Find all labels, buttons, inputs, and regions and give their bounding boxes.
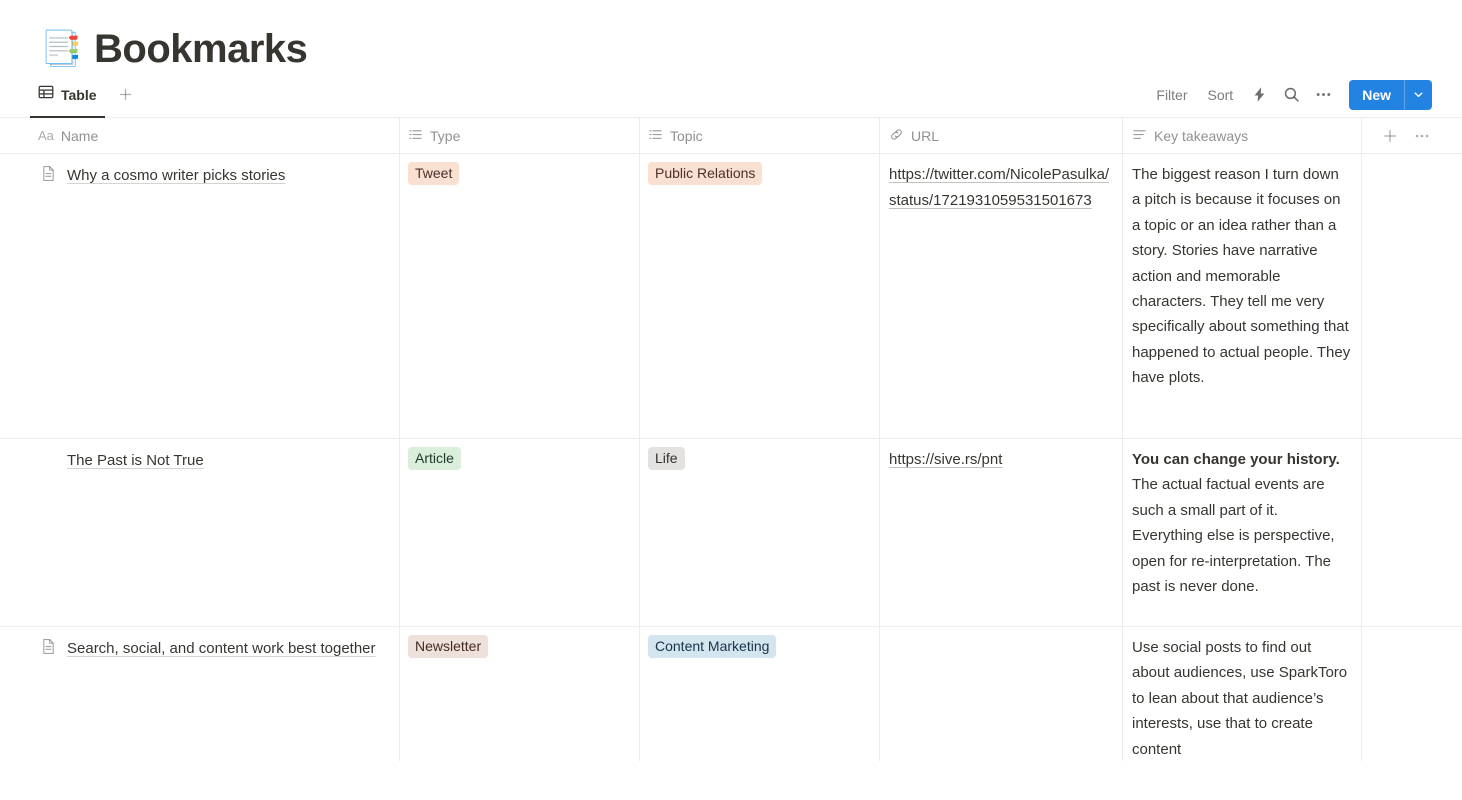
key-takeaways-bold: You can change your history. xyxy=(1132,451,1340,468)
cell-topic[interactable]: Public Relations xyxy=(640,154,880,438)
new-button-group[interactable]: New xyxy=(1349,79,1432,110)
ellipsis-icon[interactable] xyxy=(1309,81,1337,109)
column-header-name[interactable]: Aa Name xyxy=(28,118,400,153)
tag-type: Article xyxy=(408,447,461,470)
cell-name[interactable]: Why a cosmo writer picks stories xyxy=(28,154,400,438)
chevron-down-icon[interactable] xyxy=(1404,79,1432,110)
tab-table-label: Table xyxy=(61,86,97,103)
lightning-icon[interactable] xyxy=(1245,81,1273,109)
key-takeaways-body: Use social posts to find out about audie… xyxy=(1132,639,1348,758)
row-key-takeaways: The biggest reason I turn down a pitch i… xyxy=(1132,162,1351,391)
cell-key-takeaways[interactable]: The biggest reason I turn down a pitch i… xyxy=(1123,154,1362,438)
page-document-icon xyxy=(38,636,58,655)
key-takeaways-body: The actual factual events are such a sma… xyxy=(1132,476,1335,596)
cell-name[interactable]: The Past is Not True xyxy=(28,439,400,626)
column-header-name-label: Name xyxy=(60,127,99,144)
cell-type[interactable]: Article xyxy=(400,439,640,626)
filter-button[interactable]: Filter xyxy=(1148,82,1195,108)
tag-topic: Content Marketing xyxy=(648,635,777,658)
bookmarks-table: Aa Name Type Topic URL Key takeaways Why… xyxy=(0,118,1462,761)
column-header-topic-label: Topic xyxy=(670,127,703,144)
row-title[interactable]: The Past is Not True xyxy=(67,448,204,474)
cell-url[interactable] xyxy=(880,627,1123,761)
row-title[interactable]: Search, social, and content work best to… xyxy=(67,636,376,662)
bookmark-tabs-icon: 📑 xyxy=(40,30,83,68)
column-header-key-takeaways-label: Key takeaways xyxy=(1154,127,1249,144)
page-title: Bookmarks xyxy=(94,27,308,71)
view-tabs: Table xyxy=(30,72,139,118)
link-icon xyxy=(889,127,904,145)
row-gutter-end xyxy=(1441,439,1462,626)
title-text-icon: Aa xyxy=(38,128,54,143)
table-row: Search, social, and content work best to… xyxy=(0,627,1462,761)
cell-key-takeaways[interactable]: You can change your history. The actual … xyxy=(1123,439,1362,626)
cell-name[interactable]: Search, social, and content work best to… xyxy=(28,627,400,761)
row-gutter-end xyxy=(1441,627,1462,761)
row-gutter xyxy=(0,439,28,626)
cell-row-actions xyxy=(1362,439,1441,626)
row-key-takeaways: You can change your history. The actual … xyxy=(1132,447,1351,599)
new-button[interactable]: New xyxy=(1349,80,1404,110)
cell-topic[interactable]: Content Marketing xyxy=(640,627,880,761)
cell-url[interactable]: https://twitter.com/NicolePasulka/status… xyxy=(880,154,1123,438)
view-toolbar: Table Filter Sort New xyxy=(0,72,1462,118)
tag-topic: Life xyxy=(648,447,685,470)
tag-type: Newsletter xyxy=(408,635,489,658)
column-header-type[interactable]: Type xyxy=(400,118,640,153)
row-title[interactable]: Why a cosmo writer picks stories xyxy=(67,163,285,189)
add-view-button[interactable] xyxy=(113,82,139,108)
page-header: 📑 Bookmarks xyxy=(0,0,1462,72)
table-row: Why a cosmo writer picks stories Tweet P… xyxy=(0,154,1462,439)
tab-table[interactable]: Table xyxy=(30,72,105,118)
cell-type[interactable]: Tweet xyxy=(400,154,640,438)
column-header-url-label: URL xyxy=(911,127,940,144)
select-list-icon xyxy=(648,127,663,145)
column-header-actions xyxy=(1362,118,1441,153)
page-document-icon xyxy=(38,163,58,182)
tag-type: Tweet xyxy=(408,162,460,185)
row-url-link[interactable]: https://twitter.com/NicolePasulka/status… xyxy=(889,166,1109,209)
row-gutter xyxy=(0,118,28,153)
row-gutter xyxy=(0,627,28,761)
cell-key-takeaways[interactable]: Use social posts to find out about audie… xyxy=(1123,627,1362,761)
column-header-url[interactable]: URL xyxy=(880,118,1123,153)
cell-row-actions xyxy=(1362,154,1441,438)
row-gutter-end xyxy=(1441,118,1462,153)
row-gutter xyxy=(0,154,28,438)
key-takeaways-body: The biggest reason I turn down a pitch i… xyxy=(1132,166,1351,387)
table-icon xyxy=(38,84,54,105)
cell-type[interactable]: Newsletter xyxy=(400,627,640,761)
table-options-ellipsis-icon[interactable] xyxy=(1414,128,1430,144)
row-url-link[interactable]: https://sive.rs/pnt xyxy=(889,451,1002,468)
tag-topic: Public Relations xyxy=(648,162,763,185)
column-header-key-takeaways[interactable]: Key takeaways xyxy=(1123,118,1362,153)
cell-row-actions xyxy=(1362,627,1441,761)
column-header-type-label: Type xyxy=(430,127,461,144)
view-toolbar-actions: Filter Sort New xyxy=(1148,79,1432,110)
search-icon[interactable] xyxy=(1277,81,1305,109)
cell-topic[interactable]: Life xyxy=(640,439,880,626)
table-row: The Past is Not True Article Life https:… xyxy=(0,439,1462,627)
row-key-takeaways: Use social posts to find out about audie… xyxy=(1132,635,1351,761)
text-lines-icon xyxy=(1132,127,1147,145)
row-gutter-end xyxy=(1441,154,1462,438)
add-column-button[interactable] xyxy=(1382,128,1398,144)
select-list-icon xyxy=(408,127,423,145)
column-header-topic[interactable]: Topic xyxy=(640,118,880,153)
cell-url[interactable]: https://sive.rs/pnt xyxy=(880,439,1123,626)
sort-button[interactable]: Sort xyxy=(1200,82,1242,108)
table-header-row: Aa Name Type Topic URL Key takeaways xyxy=(0,118,1462,154)
